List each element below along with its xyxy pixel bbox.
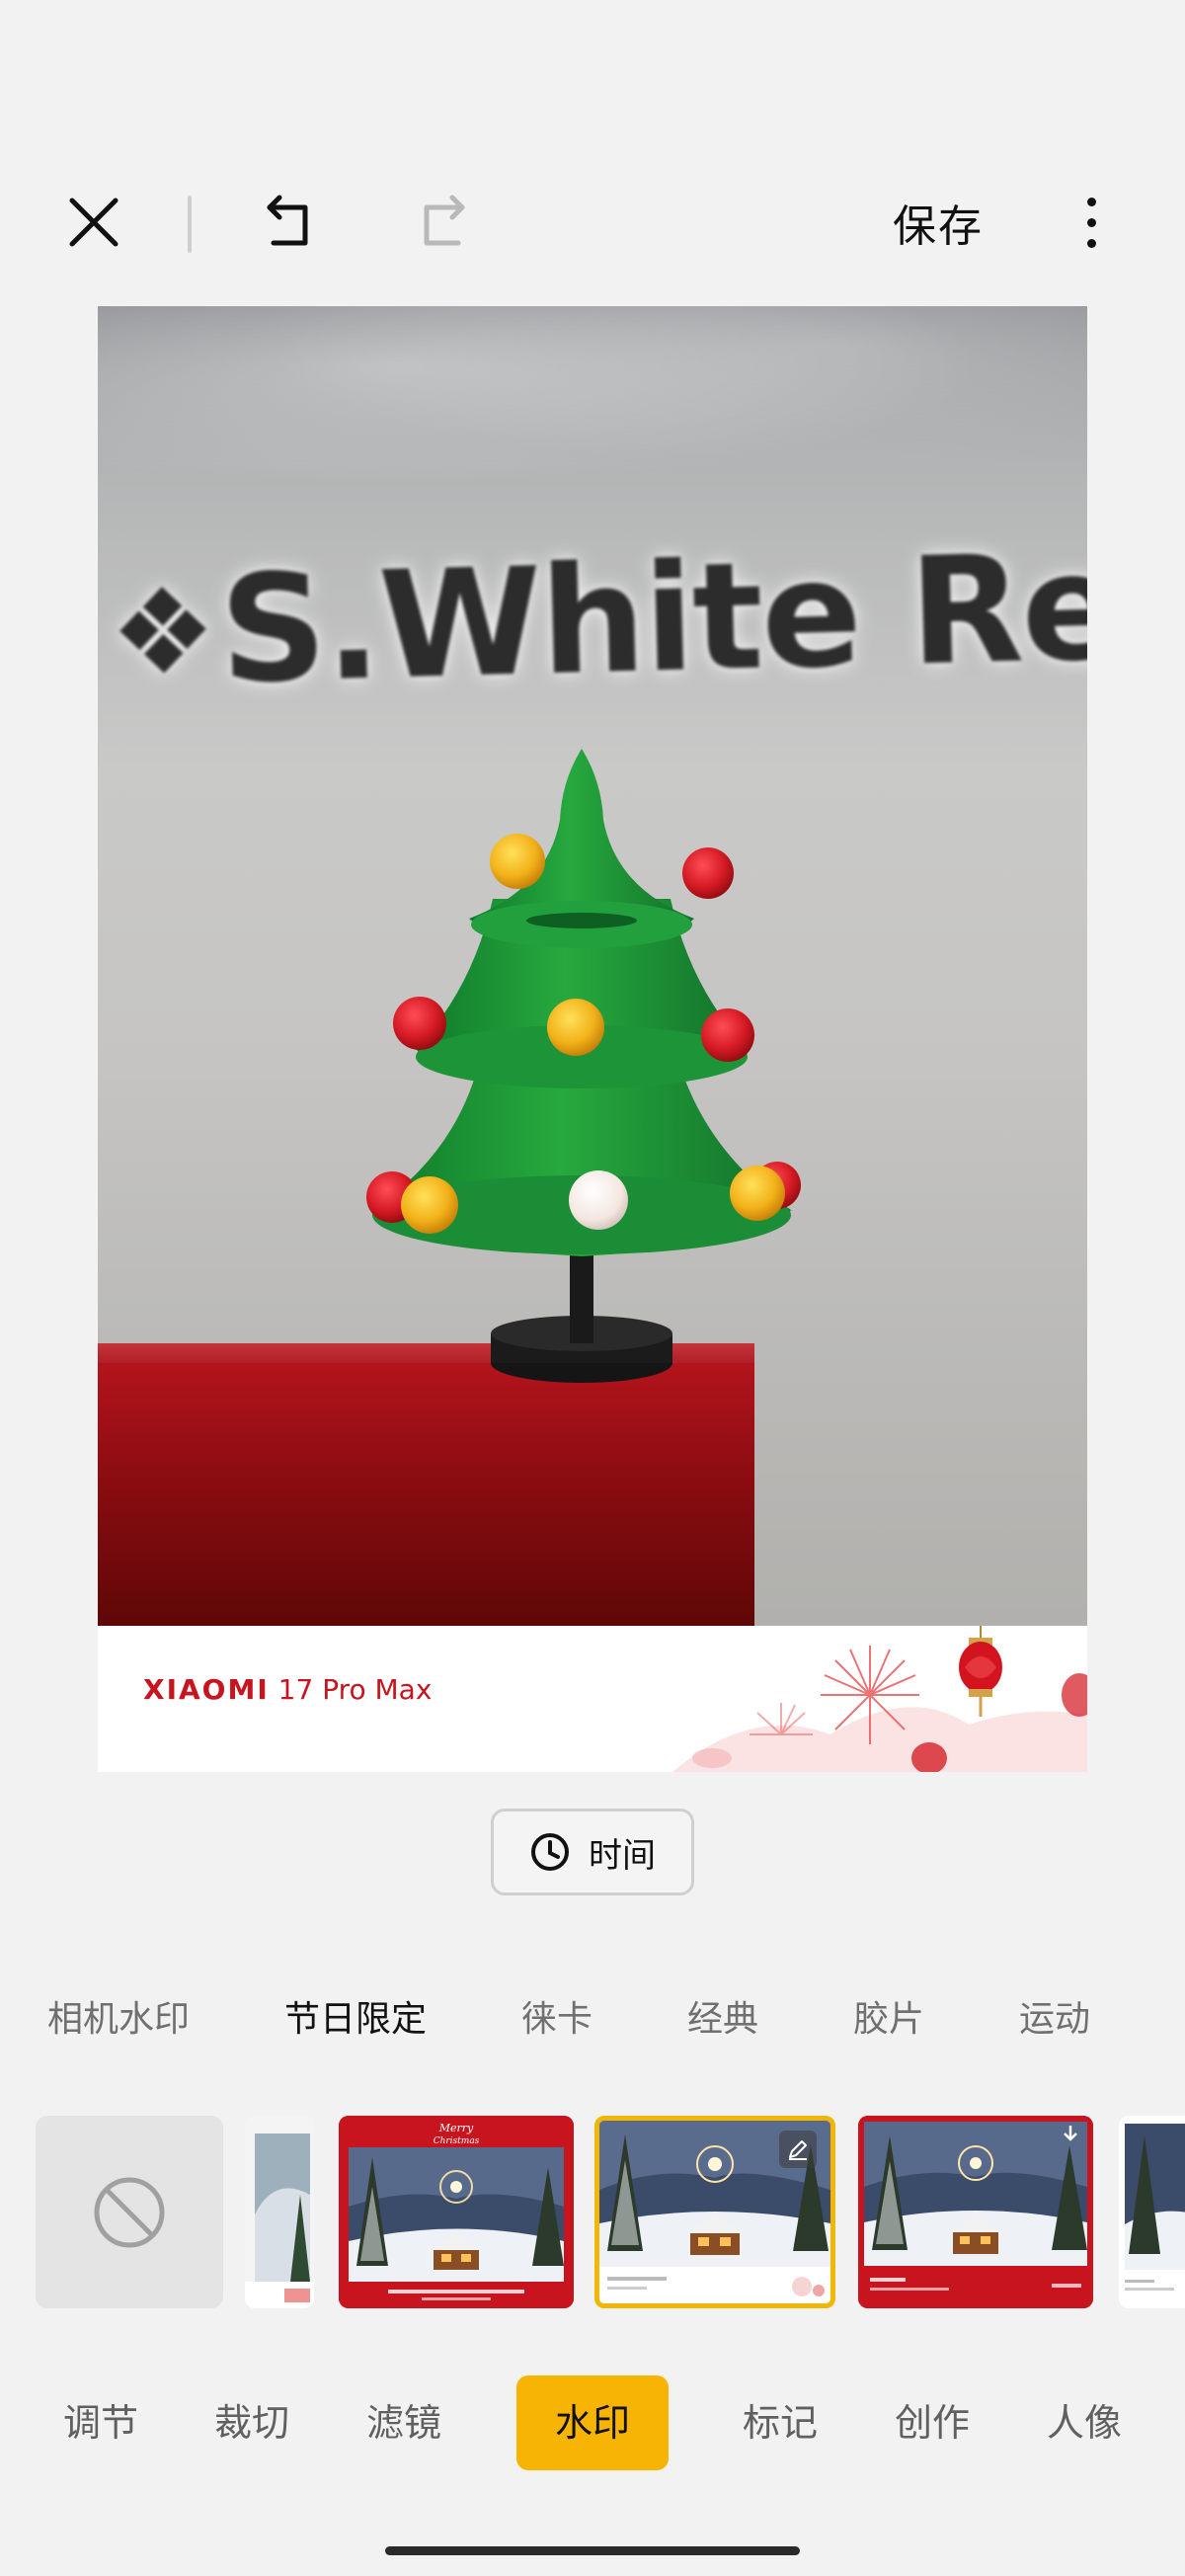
more-dot [1086,197,1096,206]
clock-icon [531,1833,569,1871]
category-tab-leica[interactable]: 徕卡 [521,1990,592,2050]
template-preview: Merry Christmas [339,2116,574,2308]
edit-template-button[interactable] [779,2131,817,2168]
category-tab-camera[interactable]: 相机水印 [47,1990,190,2050]
watermark-template-partial[interactable] [1119,2116,1185,2308]
watermark-template-red-caption[interactable] [858,2116,1093,2308]
svg-text:Merry: Merry [438,2122,474,2134]
category-tab-film[interactable]: 胶片 [853,1990,924,2050]
editor-tool-tabs: 调节 裁切 滤镜 水印 标记 创作 人像 [0,2375,1185,2470]
more-dot [1086,217,1096,227]
tool-tab-markup[interactable]: 标记 [729,2375,831,2470]
svg-text:Christmas: Christmas [434,2136,480,2146]
more-dot [1086,238,1096,248]
watermark-template-red-title[interactable]: Merry Christmas [339,2116,574,2308]
top-toolbar: 保存 [0,178,1185,267]
time-label: 时间 [589,1835,656,1876]
toolbar-divider [188,196,192,253]
christmas-tree-illustration [366,749,801,1383]
tool-tab-watermark[interactable]: 水印 [516,2375,669,2470]
more-options-button[interactable] [1057,178,1126,267]
photo-preview[interactable]: ❖S.White Rev [98,306,1087,1626]
category-tab-holiday[interactable]: 节日限定 [284,1990,427,2050]
watermark-frame[interactable]: XIAOMI 17 Pro Max [98,1626,1087,1772]
tool-tab-adjust[interactable]: 调节 [49,2375,152,2470]
category-tab-sport[interactable]: 运动 [1019,1990,1090,2050]
close-button[interactable] [49,178,138,267]
tool-tab-crop[interactable]: 裁切 [200,2375,303,2470]
undo-button[interactable] [242,178,336,267]
watermark-brand: XIAOMI 17 Pro Max [143,1673,432,1706]
watermark-model-name: 17 Pro Max [277,1673,433,1706]
download-icon [1064,2126,1077,2141]
home-indicator[interactable] [385,2546,800,2555]
save-button[interactable]: 保存 [869,178,1007,267]
watermark-template-partial[interactable] [245,2116,314,2308]
tool-tab-create[interactable]: 创作 [881,2375,984,2470]
watermark-brand-name: XIAOMI [143,1673,270,1706]
download-template-button[interactable] [1058,2122,1083,2147]
pencil-icon [789,2140,807,2160]
template-preview [245,2116,314,2308]
festive-fireworks-lantern-decoration [672,1626,1087,1772]
no-watermark-option[interactable] [36,2116,223,2308]
watermark-template-carousel: Merry Christmas [0,2116,1185,2308]
watermark-template-selected[interactable] [594,2116,835,2308]
redo-button[interactable] [395,178,489,267]
undo-icon [267,195,307,246]
none-icon [94,2177,165,2247]
category-tab-classic[interactable]: 经典 [687,1990,758,2050]
tool-tab-portrait[interactable]: 人像 [1033,2375,1136,2470]
watermark-category-tabs: 相机水印 节日限定 徕卡 经典 胶片 运动 [0,1990,1185,2050]
close-icon [69,198,118,247]
redo-icon [424,195,464,246]
template-preview [1119,2116,1185,2308]
time-toggle-button[interactable]: 时间 [491,1809,694,1895]
tool-tab-filter[interactable]: 滤镜 [353,2375,455,2470]
